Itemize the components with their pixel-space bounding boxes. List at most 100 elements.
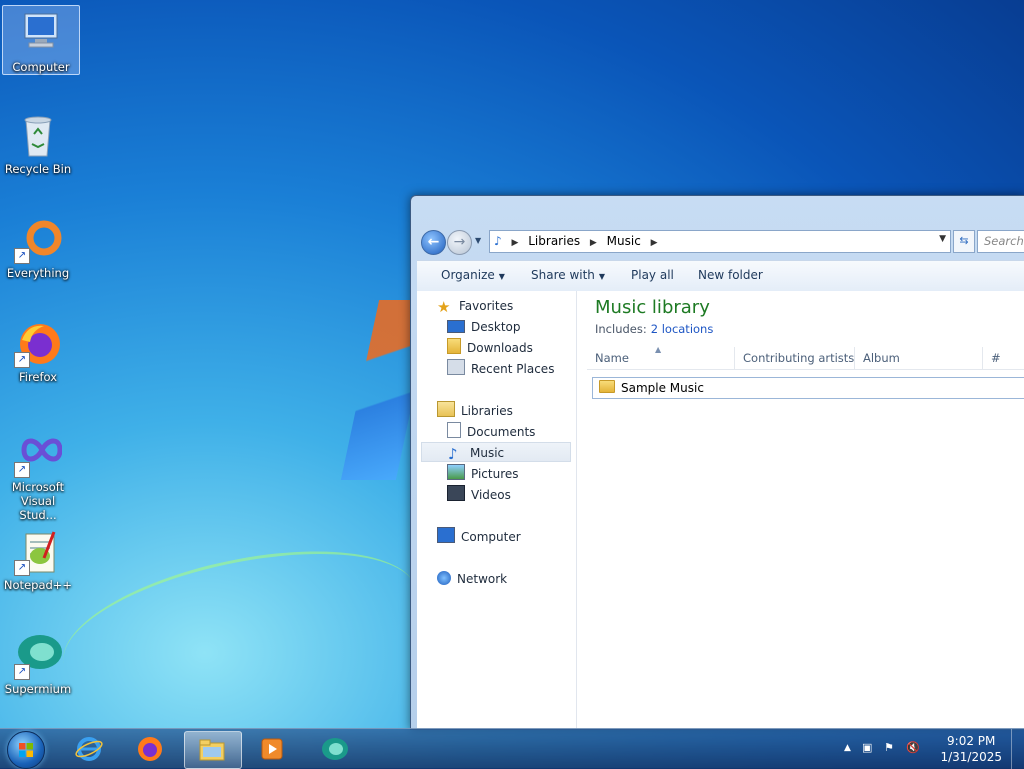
table-row[interactable]: Sample Music xyxy=(592,377,1024,399)
library-includes: Includes: 2 locations xyxy=(595,322,714,336)
desktop-icon xyxy=(447,320,465,333)
recent-pages-dropdown[interactable]: ▼ xyxy=(475,236,481,245)
internet-explorer-icon xyxy=(75,737,103,761)
desktop-icon-label: Notepad++ xyxy=(3,578,73,592)
column-header: ▲ Name Contributing artists Album # xyxy=(587,345,1024,370)
windows-logo-icon xyxy=(19,743,33,757)
media-player-icon xyxy=(261,738,283,760)
nav-documents[interactable]: Documents xyxy=(447,422,535,442)
library-title: Music library xyxy=(595,297,710,318)
taskbar-internet-explorer[interactable] xyxy=(62,731,116,767)
nav-libraries[interactable]: Libraries xyxy=(437,401,513,421)
clock-time: 9:02 PM xyxy=(947,734,996,748)
recycle-bin-icon xyxy=(14,112,62,160)
shortcut-arrow-icon: ↗ xyxy=(14,352,30,368)
notepadpp-icon: ↗ xyxy=(14,528,62,576)
supermium-icon: ↗ xyxy=(14,632,62,680)
shortcut-arrow-icon: ↗ xyxy=(14,560,30,576)
sort-ascending-icon: ▲ xyxy=(655,345,662,354)
navigation-pane[interactable]: ★ Favorites Desktop Downloads Recent Plac… xyxy=(417,291,577,729)
nav-downloads[interactable]: Downloads xyxy=(447,338,533,358)
folder-icon xyxy=(199,739,225,761)
folder-icon xyxy=(599,380,615,393)
taskbar-media-player[interactable] xyxy=(245,731,299,767)
nav-music[interactable]: ♪ Music xyxy=(421,442,571,462)
desktop-icon-visual-studio[interactable]: ↗ Microsoft Visual Stud... xyxy=(0,426,76,522)
forward-button[interactable]: → xyxy=(447,230,472,255)
desktop-icon-notepadpp[interactable]: ↗ Notepad++ xyxy=(0,524,76,592)
nav-recent-places[interactable]: Recent Places xyxy=(447,359,554,379)
shortcut-arrow-icon: ↗ xyxy=(14,248,30,264)
address-dropdown-icon[interactable]: ▼ xyxy=(939,234,946,244)
desktop-icon-computer[interactable]: Computer xyxy=(2,5,80,75)
address-bar[interactable]: ♪ ▶ Libraries ▶ Music ▶ ▼ xyxy=(489,230,951,253)
breadcrumb-libraries[interactable]: Libraries xyxy=(528,234,580,248)
desktop-icon-everything[interactable]: ↗ Everything xyxy=(0,212,76,280)
documents-icon xyxy=(447,422,461,438)
file-list-pane[interactable]: Music library Includes: 2 locations ▲ Nam… xyxy=(587,291,1024,729)
taskbar-supermium[interactable] xyxy=(308,731,362,767)
column-number[interactable]: # xyxy=(983,347,1024,369)
explorer-body: ★ Favorites Desktop Downloads Recent Plac… xyxy=(417,291,1024,729)
show-desktop-button[interactable] xyxy=(1011,729,1024,769)
column-contributing-artists[interactable]: Contributing artists xyxy=(735,347,855,369)
search-input[interactable]: Search Mu xyxy=(977,230,1024,253)
new-folder-button[interactable]: New folder xyxy=(698,268,763,282)
taskbar-firefox[interactable] xyxy=(123,731,177,767)
desktop-icon-firefox[interactable]: ↗ Firefox xyxy=(0,316,76,384)
wallpaper-swoosh xyxy=(50,524,430,729)
breadcrumb-music[interactable]: Music xyxy=(607,234,641,248)
breadcrumb-separator[interactable]: ▶ xyxy=(590,238,597,248)
column-name[interactable]: ▲ Name xyxy=(587,345,735,369)
action-center-icon[interactable]: ▣ xyxy=(862,741,872,754)
nav-desktop[interactable]: Desktop xyxy=(447,317,521,337)
clock[interactable]: 9:02 PM 1/31/2025 xyxy=(940,733,1002,765)
nav-pictures[interactable]: Pictures xyxy=(447,464,519,484)
desktop-icon-label: Recycle Bin xyxy=(4,162,72,176)
taskbar-windows-explorer[interactable] xyxy=(184,731,242,769)
explorer-window[interactable]: ← → ▼ ♪ ▶ Libraries ▶ Music ▶ ▼ ⇆ Search… xyxy=(410,195,1024,730)
breadcrumb-separator[interactable]: ▶ xyxy=(651,238,658,248)
downloads-folder-icon xyxy=(447,338,461,354)
chevron-down-icon: ▼ xyxy=(498,272,505,281)
command-bar: Organize ▼ Share with ▼ Play all New folde… xyxy=(417,260,1024,292)
desktop-icon-recycle-bin[interactable]: Recycle Bin xyxy=(0,108,76,176)
column-album[interactable]: Album xyxy=(855,347,983,369)
volume-muted-icon[interactable]: 🔇 xyxy=(906,741,920,754)
desktop-icon-label: Computer xyxy=(12,60,70,74)
supermium-icon xyxy=(322,738,348,760)
share-with-button[interactable]: Share with ▼ xyxy=(531,268,605,282)
nav-computer[interactable]: Computer xyxy=(437,527,521,547)
desktop-icon-label: Microsoft Visual Stud... xyxy=(11,480,65,522)
breadcrumb-separator[interactable]: ▶ xyxy=(512,238,519,248)
desktop-icon-supermium[interactable]: ↗ Supermium xyxy=(0,628,76,696)
clock-date: 1/31/2025 xyxy=(940,750,1002,764)
locations-link[interactable]: 2 locations xyxy=(651,322,714,336)
show-hidden-icons-icon[interactable]: ▲ xyxy=(844,743,851,753)
nav-favorites[interactable]: ★ Favorites xyxy=(437,296,513,316)
everything-icon: ↗ xyxy=(14,216,62,264)
back-button[interactable]: ← xyxy=(421,230,446,255)
start-button[interactable] xyxy=(7,731,45,769)
nav-network[interactable]: Network xyxy=(437,569,507,589)
row-name: Sample Music xyxy=(621,381,704,395)
music-note-icon: ♪ xyxy=(448,445,458,463)
videos-icon xyxy=(447,485,465,501)
chevron-down-icon: ▼ xyxy=(598,272,606,281)
flag-icon[interactable]: ⚑ xyxy=(884,741,894,754)
taskbar: ▲ ▣ ⚑ 🔇 9:02 PM 1/31/2025 xyxy=(0,728,1024,769)
shortcut-arrow-icon: ↗ xyxy=(14,462,30,478)
refresh-button[interactable]: ⇆ xyxy=(953,230,975,253)
computer-icon xyxy=(437,527,455,543)
recent-places-icon xyxy=(447,359,465,375)
computer-icon xyxy=(17,10,65,58)
visual-studio-icon: ↗ xyxy=(14,430,63,478)
organize-button[interactable]: Organize ▼ xyxy=(441,268,505,282)
address-row: ← → ▼ ♪ ▶ Libraries ▶ Music ▶ ▼ ⇆ Search… xyxy=(417,230,1024,255)
play-all-button[interactable]: Play all xyxy=(631,268,674,282)
nav-videos[interactable]: Videos xyxy=(447,485,511,505)
desktop-icon-label: Everything xyxy=(6,266,70,280)
system-tray: ▲ ▣ ⚑ 🔇 9:02 PM 1/31/2025 xyxy=(840,729,1024,769)
libraries-icon xyxy=(437,401,455,417)
shortcut-arrow-icon: ↗ xyxy=(14,664,30,680)
